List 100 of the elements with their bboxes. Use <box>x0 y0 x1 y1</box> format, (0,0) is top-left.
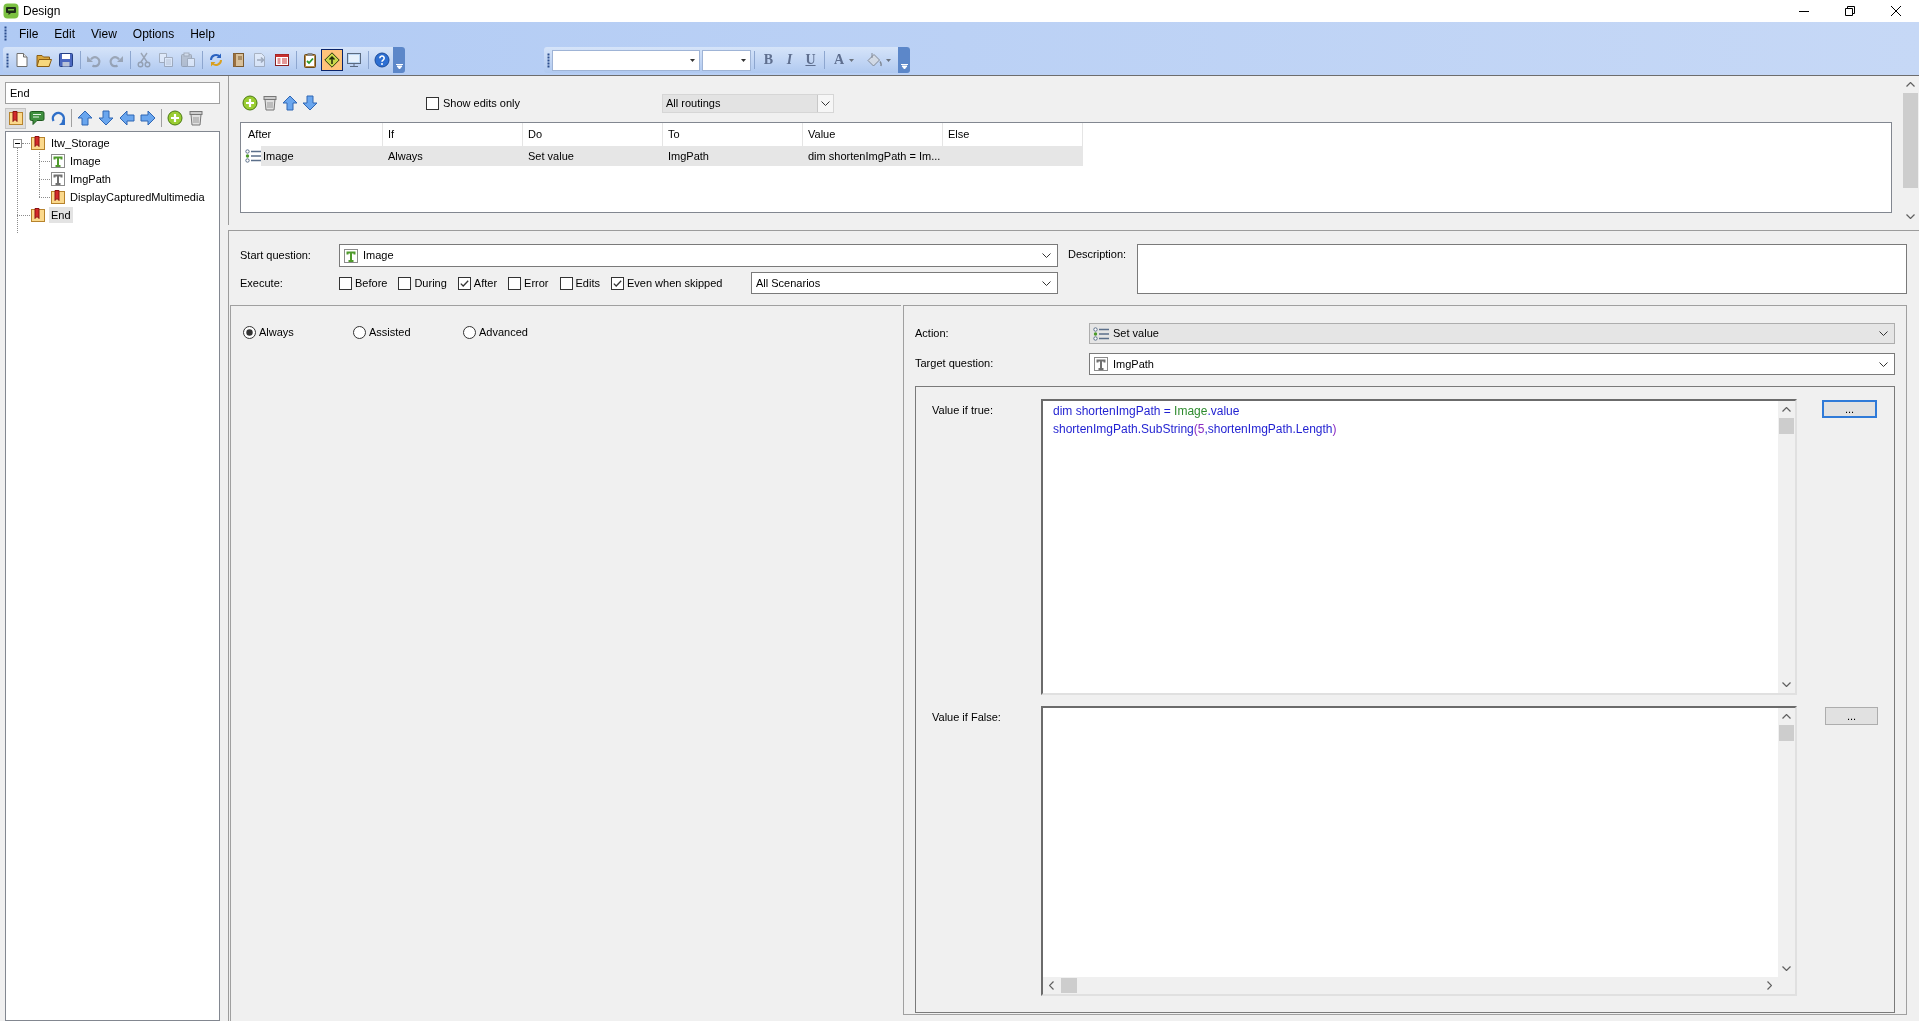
table-row[interactable]: Image Always Set value ImgPath dim shortenImgPath = Im... <box>261 146 1084 166</box>
restore-icon <box>1845 6 1855 16</box>
toolbar-button[interactable] <box>321 49 343 71</box>
list-icon <box>1093 325 1109 342</box>
field-label: Description: <box>1068 248 1127 260</box>
chevron-down-icon <box>821 100 830 106</box>
list-icon <box>245 148 261 164</box>
bookmark-icon <box>30 207 46 223</box>
close-icon <box>1891 6 1901 16</box>
target-question-dropdown[interactable]: ImgPath <box>1089 353 1895 375</box>
checkbox[interactable] <box>457 276 471 290</box>
grip-handle[interactable] <box>6 52 9 68</box>
action-dropdown[interactable]: Set value <box>1089 323 1895 344</box>
loop-arrow-icon <box>49 110 66 126</box>
search-field[interactable]: End <box>5 82 220 104</box>
field-label: Execute: <box>240 275 284 291</box>
radio-label[interactable]: Always <box>259 324 294 341</box>
checkbox-label[interactable]: Show edits only <box>443 94 521 112</box>
scrollbar-thumb[interactable] <box>1779 418 1794 434</box>
checkbox[interactable] <box>508 276 522 290</box>
description-field[interactable] <box>1137 244 1907 294</box>
checkbox-label[interactable]: Even when skipped <box>627 274 723 292</box>
tree-item[interactable]: DisplayCapturedMultimedia <box>68 189 207 205</box>
ellipsis-button[interactable]: ... <box>1825 707 1878 725</box>
bookmark-icon <box>30 135 46 151</box>
start-question-dropdown[interactable]: Image <box>339 244 1058 267</box>
scrollbar-thumb[interactable] <box>1779 725 1794 741</box>
add-icon[interactable] <box>242 95 258 111</box>
scissors-icon <box>136 52 152 68</box>
tree-item[interactable]: End <box>49 207 73 223</box>
dropdown-button[interactable] <box>817 94 833 112</box>
radio-button[interactable] <box>463 325 476 339</box>
chevron-down-icon <box>1042 280 1051 286</box>
toolbar-button[interactable] <box>371 49 393 71</box>
grip-handle[interactable] <box>547 52 550 68</box>
checkbox-label[interactable]: After <box>473 274 498 292</box>
checkbox[interactable] <box>398 276 412 290</box>
scrollbar-thumb[interactable] <box>1061 978 1077 993</box>
grip-handle[interactable] <box>4 26 7 41</box>
checkbox[interactable] <box>611 276 624 290</box>
checkbox[interactable] <box>339 276 352 290</box>
copy-pages-icon <box>158 52 174 68</box>
trash-icon[interactable] <box>262 95 278 111</box>
toolbar-options-button[interactable] <box>393 47 405 73</box>
vertical-scrollbar[interactable] <box>1778 401 1795 693</box>
tree-item[interactable]: ImgPath <box>68 171 113 187</box>
caret-down-icon <box>690 58 695 62</box>
vertical-scrollbar[interactable] <box>1778 708 1795 977</box>
minimize-icon <box>1799 10 1809 12</box>
radio-button[interactable] <box>353 325 366 339</box>
chevron-down-icon[interactable] <box>1782 966 1791 971</box>
form-window-icon <box>274 52 290 68</box>
checkbox[interactable] <box>426 96 439 110</box>
menu-item[interactable]: File <box>11 23 47 44</box>
clipboard-check-icon <box>302 52 318 68</box>
chevron-down-icon[interactable] <box>1906 214 1915 219</box>
radio-button[interactable] <box>243 325 256 339</box>
toolbar-options-button[interactable] <box>898 47 910 73</box>
ellipsis-button[interactable]: ... <box>1822 400 1877 418</box>
arrow-up-icon[interactable] <box>282 95 298 111</box>
code-line: dim shortenImgPath = Image.value <box>1053 403 1240 420</box>
menu-item[interactable]: Help <box>182 23 223 44</box>
horizontal-scrollbar[interactable] <box>1043 977 1795 994</box>
code-line: shortenImgPath.SubString(5,shortenImgPath.Length) <box>1053 421 1337 438</box>
collapse-icon[interactable] <box>13 138 22 148</box>
routing-filter-dropdown[interactable]: All routings <box>662 93 834 113</box>
trash-icon <box>187 110 204 126</box>
checkbox-label[interactable]: Edits <box>575 274 600 292</box>
add-icon <box>166 110 183 126</box>
chevron-down-icon[interactable] <box>1782 682 1791 687</box>
speech-bubble-icon <box>28 110 45 126</box>
checkbox-label[interactable]: During <box>414 274 447 292</box>
table-cell-text: Set value <box>527 148 575 164</box>
arrow-right-icon <box>139 110 156 126</box>
cycle-arrows-icon <box>208 52 224 68</box>
radio-label[interactable]: Advanced <box>479 324 528 341</box>
checkbox[interactable] <box>559 276 573 290</box>
chevron-up-icon[interactable] <box>1782 714 1791 719</box>
menu-item[interactable]: Edit <box>46 23 84 44</box>
scrollbar-thumb[interactable] <box>1903 93 1918 188</box>
checkbox-label[interactable]: Error <box>524 274 549 292</box>
tree-item[interactable]: Itw_Storage <box>49 135 112 151</box>
field-label: Value if true: <box>932 403 994 418</box>
arrow-down-icon[interactable] <box>302 95 318 111</box>
paste-icon <box>180 52 196 68</box>
arrow-down-icon <box>97 110 114 126</box>
tree-item[interactable]: Image <box>68 153 103 169</box>
checkbox-label[interactable]: Before <box>355 274 388 292</box>
chevron-down-icon <box>1879 361 1888 367</box>
chevron-up-icon[interactable] <box>1906 82 1915 87</box>
chevron-up-icon[interactable] <box>1782 407 1791 412</box>
menu-item[interactable]: View <box>83 23 125 44</box>
chevron-right-icon[interactable] <box>1767 981 1772 990</box>
table-cell-text: Always <box>387 148 424 164</box>
menu-item[interactable]: Options <box>124 23 183 44</box>
radio-label[interactable]: Assisted <box>369 324 411 341</box>
code-editor[interactable]: dim shortenImgPath = Image.value shortenImgPath.SubString(5,shortenImgPath.Length) <box>1041 399 1797 695</box>
chevron-left-icon[interactable] <box>1049 981 1054 990</box>
scenario-dropdown[interactable]: All Scenarios <box>751 272 1058 294</box>
paint-bucket-icon <box>865 52 882 68</box>
